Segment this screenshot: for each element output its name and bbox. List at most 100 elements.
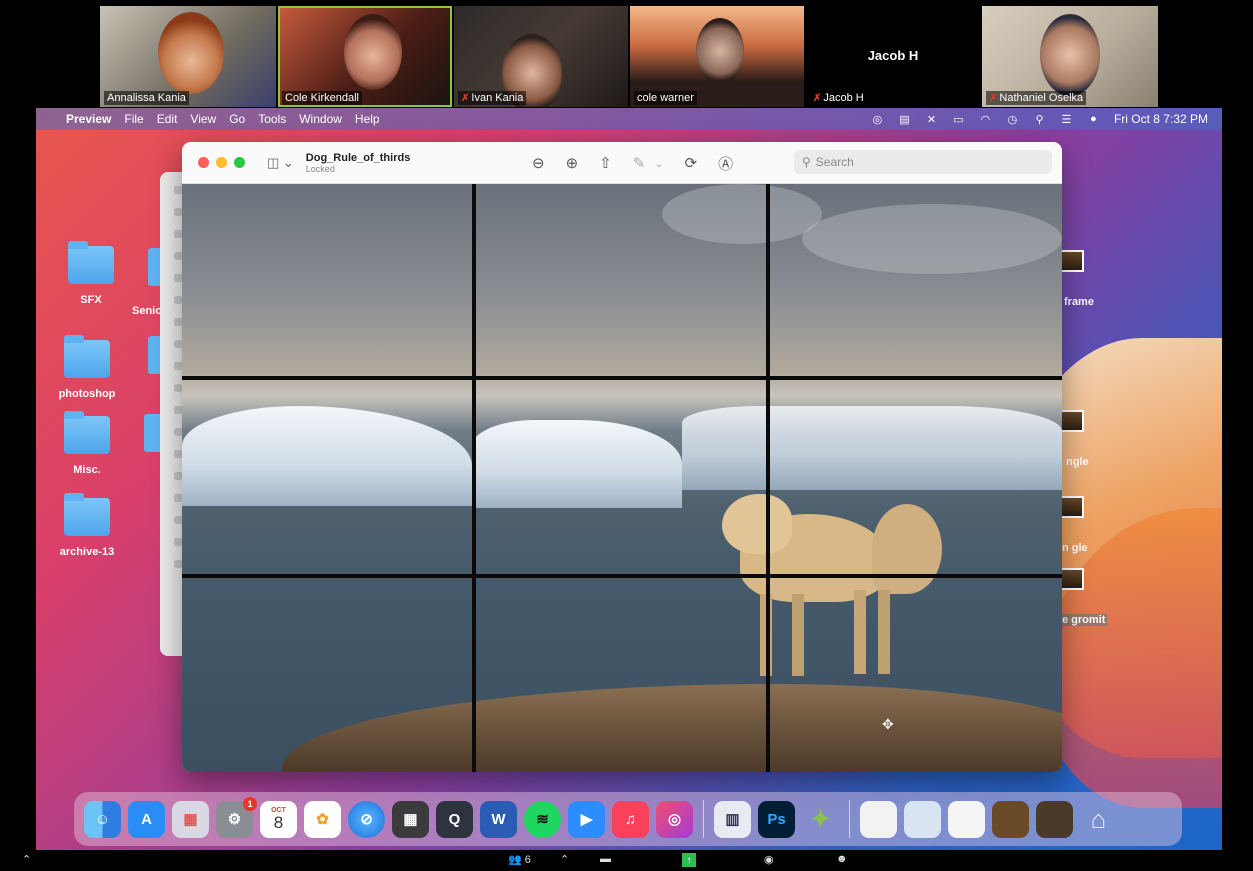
desktop-folder-archive[interactable]: archive-13 <box>52 493 122 558</box>
participant-tile-cole-kirkendall[interactable]: Cole Kirkendall <box>278 6 452 107</box>
participant-tile-jacob[interactable]: Jacob H ✗ Jacob H <box>806 6 980 107</box>
dog-photo[interactable]: ✥ <box>182 184 1062 772</box>
menu-window[interactable]: Window <box>299 112 342 126</box>
control-center-icon[interactable]: ☰ <box>1060 113 1073 126</box>
zoom-button[interactable] <box>234 157 245 168</box>
minimize-button[interactable] <box>216 157 227 168</box>
participant-tile-ivan[interactable]: ✗ Ivan Kania <box>454 6 628 107</box>
markup-icon[interactable]: Ⓐ <box>718 153 733 174</box>
word-icon[interactable]: W <box>480 800 517 838</box>
trash-icon[interactable]: ⌂ <box>1080 801 1117 838</box>
quicktime-icon[interactable]: Q <box>436 800 473 838</box>
music-icon[interactable]: ♫ <box>612 800 649 838</box>
folder-label: photoshop <box>58 388 116 400</box>
participant-tile-cole-warner[interactable]: cole warner <box>630 6 804 107</box>
menu-file[interactable]: File <box>124 112 143 126</box>
desktop-file-label: ngle <box>1066 456 1089 468</box>
thirds-grid-line-vertical <box>766 184 770 772</box>
menu-app-name[interactable]: Preview <box>66 112 111 126</box>
minimized-window-icon[interactable] <box>1036 800 1073 838</box>
menubar-clock[interactable]: Fri Oct 8 7:32 PM <box>1114 112 1208 126</box>
record-icon[interactable]: ◉ <box>764 853 774 866</box>
spotlight-search-icon[interactable]: ⚲ <box>1033 113 1046 126</box>
chat-icon[interactable]: ▬ <box>600 853 611 865</box>
close-button[interactable] <box>198 157 209 168</box>
desktop-file-thumbnail[interactable] <box>1060 568 1084 590</box>
app-store-icon[interactable]: A <box>128 800 165 838</box>
photo-rock <box>282 684 1062 772</box>
participant-tile-annalissa[interactable]: Annalissa Kania <box>100 6 276 107</box>
menubar-status-area: ◎ ▤ ✕ ▭ ◠ ◷ ⚲ ☰ ● Fri Oct 8 7:32 PM <box>871 108 1208 130</box>
desktop-file-thumbnail[interactable] <box>1060 496 1084 518</box>
participant-name: Annalissa Kania <box>104 91 189 105</box>
photos-icon[interactable]: ✿ <box>304 800 341 838</box>
desktop-file-thumbnail[interactable] <box>1060 250 1084 272</box>
rotate-icon[interactable]: ⟳ <box>685 154 698 172</box>
thirds-grid-line-horizontal <box>182 574 1062 578</box>
move-cursor-icon: ✥ <box>882 716 894 732</box>
siri-icon[interactable]: ● <box>1087 113 1100 125</box>
calculator-icon[interactable]: ▦ <box>392 800 429 838</box>
markup-pen-icon[interactable]: ✎ <box>633 154 646 172</box>
wifi-icon[interactable]: ◠ <box>979 113 992 126</box>
photo-iceberg <box>682 406 1062 490</box>
spotify-icon[interactable]: ≋ <box>524 800 561 838</box>
participant-name: ✗ Nathaniel Oselka <box>986 91 1087 105</box>
photo-iceberg <box>472 420 682 508</box>
participant-video <box>1040 14 1100 96</box>
zoom-icon[interactable]: ▶ <box>568 800 605 838</box>
zoom-meeting-window: Annalissa Kania Cole Kirkendall ✗ Ivan Ka… <box>0 0 1253 871</box>
share-icon[interactable]: ⇧ <box>599 154 612 172</box>
zoom-share-icon[interactable]: ▤ <box>898 113 911 126</box>
minimized-window-icon[interactable] <box>992 800 1029 838</box>
system-preferences-icon[interactable]: ⚙ 1 <box>216 796 257 838</box>
participant-tile-nathaniel[interactable]: ✗ Nathaniel Oselka <box>982 6 1158 107</box>
participant-video <box>344 14 402 90</box>
time-machine-icon[interactable]: ◷ <box>1006 113 1019 126</box>
photoshop-icon[interactable]: Ps <box>758 800 795 838</box>
android-studio-icon[interactable]: ✦ <box>802 801 839 838</box>
thirds-grid-line-horizontal <box>182 376 1062 380</box>
menu-help[interactable]: Help <box>355 112 380 126</box>
desktop-file-thumbnail[interactable] <box>1060 410 1084 432</box>
search-placeholder: Search <box>815 155 854 169</box>
calendar-icon[interactable]: OCT 8 <box>260 800 297 838</box>
search-field[interactable]: ⚲ Search <box>794 150 1052 174</box>
menu-tools[interactable]: Tools <box>258 112 286 126</box>
preview-app-icon[interactable]: ▥ <box>714 800 751 838</box>
creative-cloud-icon[interactable]: ◎ <box>656 800 693 838</box>
menu-edit[interactable]: Edit <box>157 112 178 126</box>
minimized-window-icon[interactable] <box>948 800 985 838</box>
window-title: Dog_Rule_of_thirds Locked <box>306 152 411 174</box>
minimized-window-icon[interactable] <box>860 800 897 838</box>
finder-icon[interactable]: ☺ <box>84 800 121 838</box>
bluetooth-icon[interactable]: ✕ <box>925 113 938 126</box>
share-screen-button[interactable]: ↑ <box>682 853 696 867</box>
desktop-folder-sfx[interactable]: SFX <box>56 241 126 306</box>
menu-go[interactable]: Go <box>229 112 245 126</box>
reactions-icon[interactable]: ☻ <box>836 853 848 865</box>
folder-label: SFX <box>80 294 102 306</box>
desktop-folder-misc[interactable]: Misc. <box>52 411 122 476</box>
folder-icon <box>64 493 110 536</box>
zoom-in-icon[interactable]: ⊕ <box>566 154 579 172</box>
launchpad-icon[interactable]: ▦ <box>172 800 209 838</box>
participant-count: 6 <box>524 853 531 866</box>
participant-name: cole warner <box>634 91 697 105</box>
minimized-window-icon[interactable] <box>904 800 941 838</box>
participants-icon: 👥 <box>508 854 522 866</box>
folder-icon <box>68 241 114 284</box>
menu-view[interactable]: View <box>190 112 216 126</box>
zoom-controls-bar: ⌃ 👥 6 ⌃ ▬ ↑ ◉ ☻ <box>0 850 1253 871</box>
chevron-up-icon[interactable]: ⌃ <box>560 853 569 866</box>
participants-button[interactable]: 👥 6 <box>508 853 531 867</box>
desktop-folder-photoshop[interactable]: photoshop <box>52 335 122 400</box>
zoom-out-icon[interactable]: ⊖ <box>532 154 545 172</box>
battery-icon[interactable]: ▭ <box>952 113 965 126</box>
safari-icon[interactable]: ⊘ <box>348 800 385 838</box>
creative-cloud-icon[interactable]: ◎ <box>871 113 884 126</box>
chevron-up-icon[interactable]: ⌃ <box>22 853 31 866</box>
sidebar-toggle-icon[interactable]: ◫ ⌄ <box>267 155 294 171</box>
participant-name: ✗ Jacob H <box>810 91 867 105</box>
chevron-down-icon[interactable]: ⌄ <box>654 157 663 170</box>
